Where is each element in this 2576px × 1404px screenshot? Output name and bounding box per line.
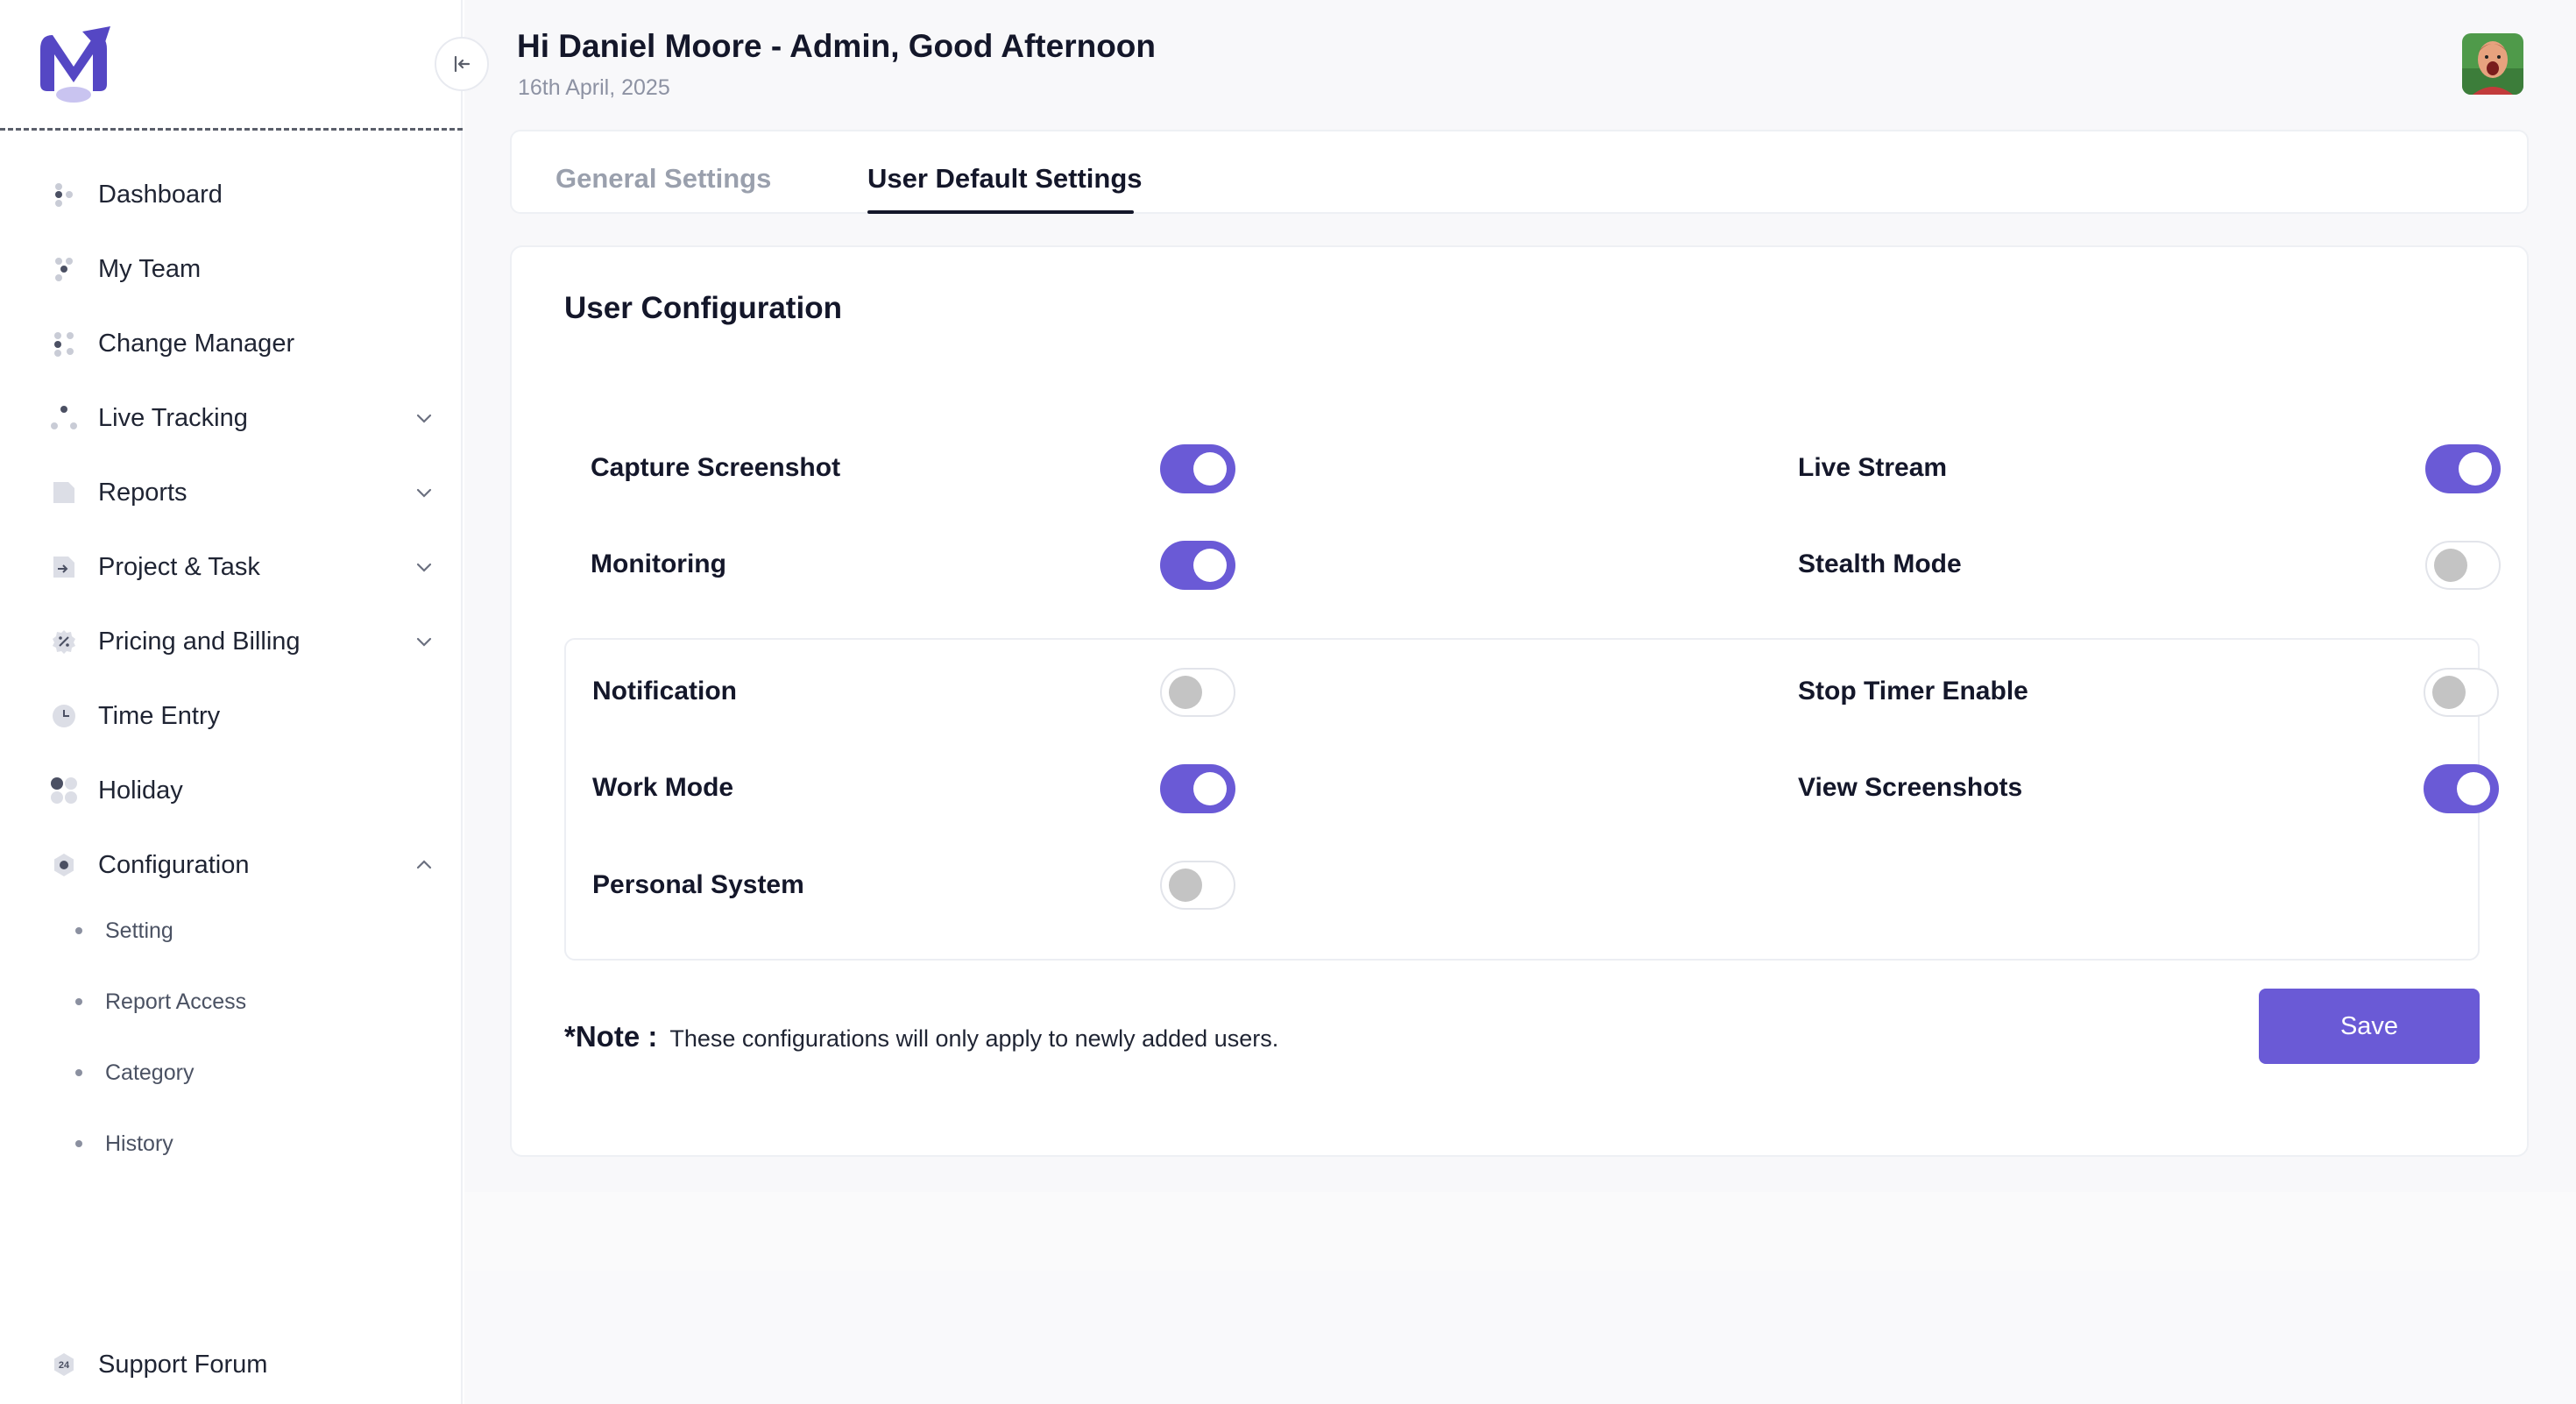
bullet-dot bbox=[75, 927, 82, 934]
bullet-dot bbox=[75, 1140, 82, 1147]
bullet-dot bbox=[75, 1069, 82, 1076]
sidebar-item-label: Project & Task bbox=[98, 552, 260, 581]
sidebar-item-my-team[interactable]: My Team bbox=[49, 243, 435, 295]
sidebar-item-label: Change Manager bbox=[98, 329, 295, 358]
main-content: Hi Daniel Moore - Admin, Good Afternoon … bbox=[464, 0, 2576, 1404]
save-button[interactable]: Save bbox=[2259, 989, 2480, 1064]
toggle-knob bbox=[2432, 676, 2466, 709]
config-note: *Note : These configurations will only a… bbox=[564, 1020, 1278, 1053]
toggle-knob bbox=[1169, 676, 1202, 709]
toggle-knob bbox=[1193, 549, 1227, 582]
toggle-knob bbox=[2434, 549, 2467, 582]
setting-label-live-stream: Live Stream bbox=[1798, 453, 1948, 482]
sidebar-item-time-entry[interactable]: Time Entry bbox=[49, 690, 435, 742]
sidebar-item-label: Pricing and Billing bbox=[98, 627, 301, 656]
sidebar-item-label: Support Forum bbox=[98, 1350, 268, 1379]
toggle-notification[interactable] bbox=[1160, 668, 1235, 717]
chevron-down-icon[interactable] bbox=[414, 482, 435, 503]
sidebar-item-change-manager[interactable]: Change Manager bbox=[49, 317, 435, 370]
toggle-monitoring[interactable] bbox=[1160, 541, 1235, 590]
clock-icon bbox=[49, 701, 79, 731]
toggle-knob bbox=[1193, 452, 1227, 486]
sidebar-item-live-tracking[interactable]: Live Tracking bbox=[49, 392, 435, 444]
setting-label-capture-screenshot: Capture Screenshot bbox=[591, 453, 841, 482]
sidebar-item-label: Dashboard bbox=[98, 180, 223, 209]
logo-divider bbox=[0, 128, 463, 131]
setting-label-monitoring: Monitoring bbox=[591, 550, 726, 578]
sidebar-item-pricing-billing[interactable]: Pricing and Billing bbox=[49, 615, 435, 668]
configuration-icon bbox=[49, 850, 79, 880]
toggle-live-stream[interactable] bbox=[2425, 444, 2501, 493]
support-24-icon: 24 bbox=[49, 1350, 79, 1379]
tab-general-settings[interactable]: General Settings bbox=[556, 163, 771, 195]
holiday-icon bbox=[49, 776, 79, 805]
sidebar-subitem-label: Report Access bbox=[105, 989, 247, 1014]
note-text: These configurations will only apply to … bbox=[669, 1025, 1279, 1052]
collapse-arrow-icon bbox=[454, 55, 471, 73]
sidebar-item-project-task[interactable]: Project & Task bbox=[49, 541, 435, 593]
toggle-knob bbox=[2457, 772, 2490, 805]
app-logo[interactable] bbox=[32, 23, 116, 107]
toggle-personal-system[interactable] bbox=[1160, 861, 1235, 910]
setting-label-notification: Notification bbox=[592, 677, 737, 706]
toggle-stealth-mode[interactable] bbox=[2425, 541, 2501, 590]
toggle-capture-screenshot[interactable] bbox=[1160, 444, 1235, 493]
toggle-knob bbox=[1169, 869, 1202, 902]
setting-label-work-mode: Work Mode bbox=[592, 773, 734, 802]
chevron-down-icon[interactable] bbox=[414, 408, 435, 429]
setting-label-personal-system: Personal System bbox=[592, 870, 804, 899]
sidebar-item-reports[interactable]: Reports bbox=[49, 466, 435, 519]
additional-settings-group bbox=[564, 638, 2480, 961]
toggle-knob bbox=[2459, 452, 2492, 486]
sidebar-item-support-forum[interactable]: 24 Support Forum bbox=[49, 1338, 267, 1391]
setting-label-stop-timer-enable: Stop Timer Enable bbox=[1798, 677, 2028, 706]
sidebar-subitem-label: Category bbox=[105, 1060, 195, 1085]
main-footer-area bbox=[464, 1271, 2576, 1404]
sidebar-item-dashboard[interactable]: Dashboard bbox=[49, 168, 435, 221]
reports-icon bbox=[49, 478, 79, 507]
chevron-down-icon[interactable] bbox=[414, 631, 435, 652]
sidebar-item-label: Configuration bbox=[98, 850, 250, 879]
sidebar-subitem-label: History bbox=[105, 1131, 173, 1156]
settings-tabs: General Settings User Default Settings bbox=[510, 130, 2529, 214]
sidebar-item-configuration[interactable]: Configuration bbox=[49, 839, 435, 891]
toggle-view-screenshots[interactable] bbox=[2424, 764, 2499, 813]
chevron-up-icon[interactable] bbox=[414, 854, 435, 876]
dashboard-icon bbox=[49, 180, 79, 209]
sidebar-subitem-setting[interactable]: Setting bbox=[75, 909, 173, 953]
sidebar-item-label: Reports bbox=[98, 478, 188, 507]
pricing-icon bbox=[49, 627, 79, 656]
toggle-work-mode[interactable] bbox=[1160, 764, 1235, 813]
live-tracking-icon bbox=[49, 403, 79, 433]
setting-label-view-screenshots: View Screenshots bbox=[1798, 773, 2023, 802]
sidebar-subitem-report-access[interactable]: Report Access bbox=[75, 980, 246, 1024]
project-task-icon bbox=[49, 552, 79, 582]
active-tab-indicator bbox=[867, 210, 1134, 214]
collapse-sidebar-button[interactable] bbox=[435, 37, 489, 91]
note-title: *Note : bbox=[564, 1020, 658, 1053]
change-manager-icon bbox=[49, 329, 79, 358]
sidebar-item-label: Time Entry bbox=[98, 701, 221, 730]
current-date: 16th April, 2025 bbox=[518, 75, 670, 100]
sidebar-subitem-category[interactable]: Category bbox=[75, 1051, 194, 1095]
sidebar-item-label: My Team bbox=[98, 254, 202, 283]
sidebar-subitem-history[interactable]: History bbox=[75, 1122, 173, 1166]
section-title: User Configuration bbox=[564, 291, 842, 325]
sidebar-item-label: Live Tracking bbox=[98, 403, 248, 432]
avatar[interactable] bbox=[2462, 33, 2523, 95]
svg-text:24: 24 bbox=[59, 1360, 70, 1371]
user-configuration-card: User Configuration Capture Screenshot Li… bbox=[510, 245, 2529, 1157]
setting-label-stealth-mode: Stealth Mode bbox=[1798, 550, 1962, 578]
team-icon bbox=[49, 254, 79, 284]
bullet-dot bbox=[75, 998, 82, 1005]
sidebar-item-label: Holiday bbox=[98, 776, 183, 805]
page-greeting: Hi Daniel Moore - Admin, Good Afternoon bbox=[517, 28, 1156, 64]
sidebar: Dashboard My Team Change Manager Live Tr… bbox=[0, 0, 463, 1404]
sidebar-subitem-label: Setting bbox=[105, 918, 173, 943]
toggle-stop-timer-enable[interactable] bbox=[2424, 668, 2499, 717]
toggle-knob bbox=[1193, 772, 1227, 805]
tab-user-default-settings[interactable]: User Default Settings bbox=[867, 163, 1143, 195]
chevron-down-icon[interactable] bbox=[414, 557, 435, 578]
sidebar-item-holiday[interactable]: Holiday bbox=[49, 764, 435, 817]
